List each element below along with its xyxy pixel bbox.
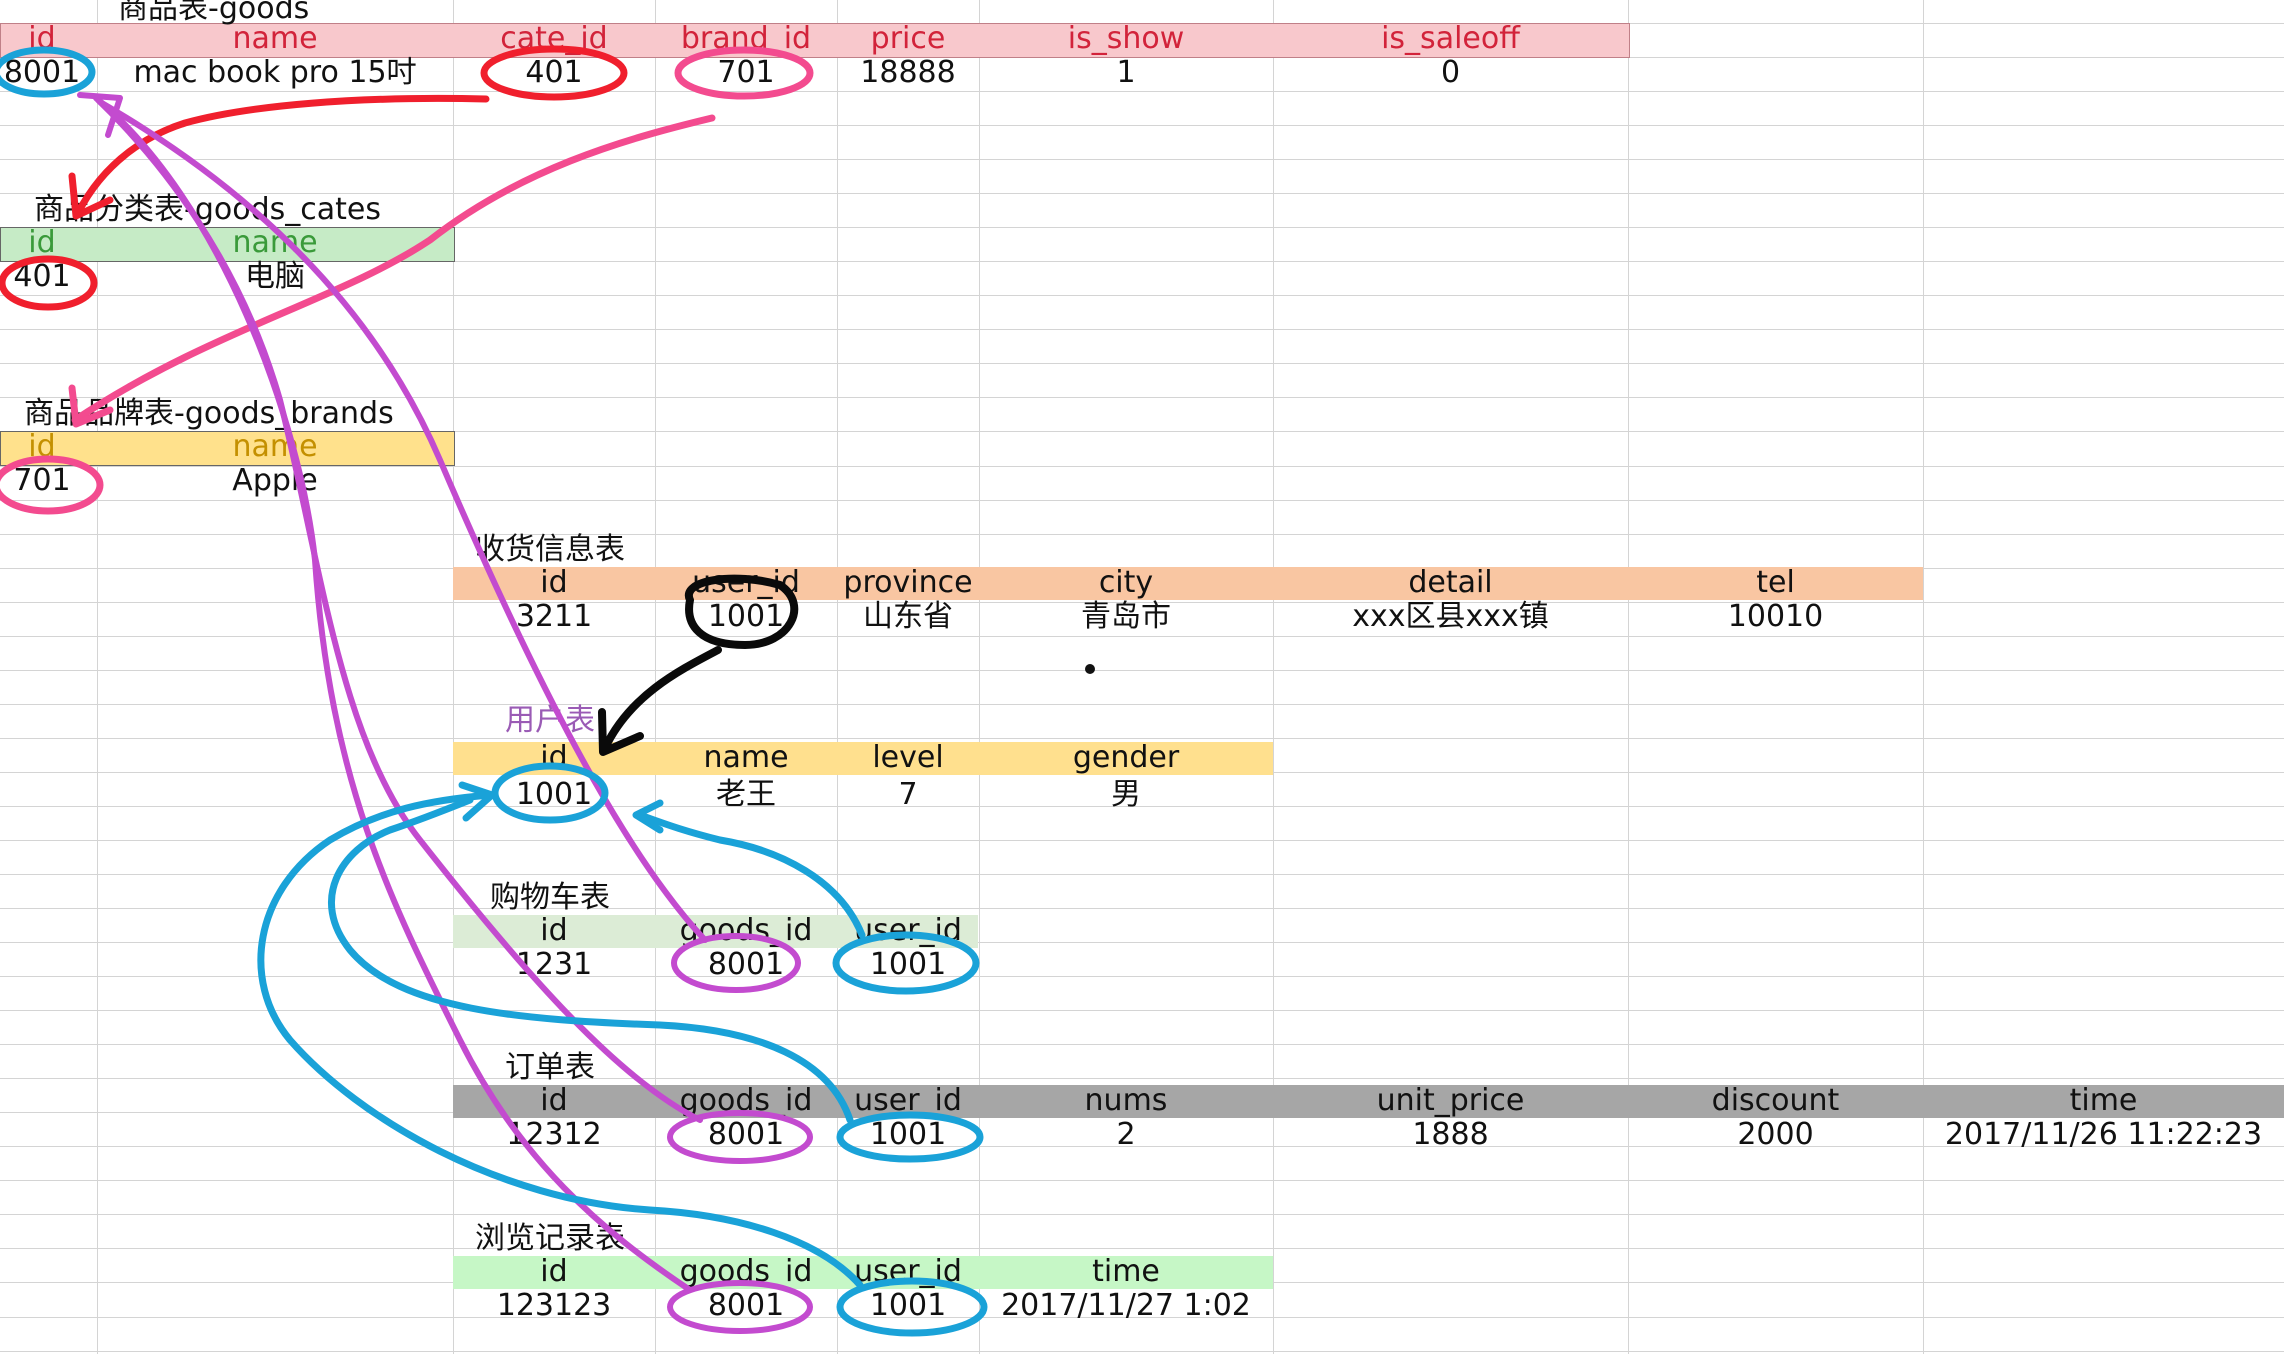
goods-id-circle-mark [0,46,96,98]
stray-dot-mark [1085,664,1095,674]
orders-user-link-arrow [328,796,854,1124]
cate-link-arrow [74,94,490,217]
brands-id-circle-mark [0,455,104,515]
browse-user-id-circle-mark [836,1277,988,1337]
brand-id-circle-mark [674,46,814,100]
users-id-circle-mark [491,762,609,824]
cart-goods-id-circle-mark [671,933,801,993]
user-id-link-annotation [0,46,988,1337]
cart-user-id-circle-mark [832,931,980,995]
spreadsheet-canvas: 商品表-goods id name cate_id brand_id price… [0,0,2284,1354]
orders-user-id-circle-mark [836,1111,984,1163]
browse-user-link-arrow [257,791,864,1289]
cart-user-link-arrow [636,811,866,939]
address-user-link-annotation [598,574,799,756]
browse-goods-link-arrow [93,95,693,1293]
orders-goods-link-arrow [95,97,703,1123]
orders-goods-id-circle-mark [667,1110,813,1164]
cate-id-circle-mark [480,45,628,101]
address-user-id-circle-mark [684,574,799,649]
cates-id-circle-mark [0,255,98,311]
goods-id-link-annotation [77,92,813,1334]
address-user-link-arrow [601,646,722,752]
annotation-overlay [0,45,1095,1337]
